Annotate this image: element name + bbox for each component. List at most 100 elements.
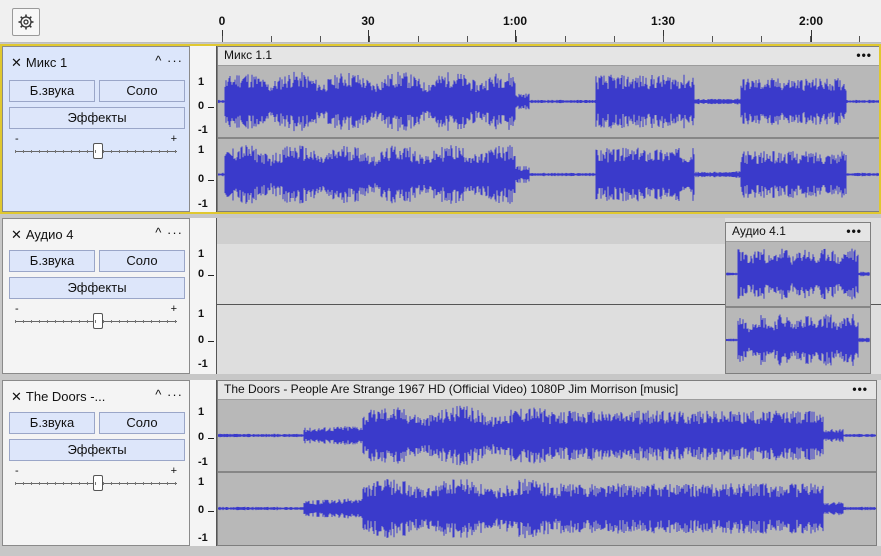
track-name: Микс 1 — [25, 55, 68, 70]
mute-button[interactable]: Б.звука — [9, 80, 95, 102]
track-waveform-area[interactable]: Микс 1.1 ••• — [217, 46, 881, 212]
track-title[interactable]: ✕ Микс 1 — [11, 55, 67, 71]
audio-clip[interactable]: Аудио 4.1 ••• — [725, 222, 871, 374]
track-menu-button[interactable]: ^ ··· — [155, 53, 183, 68]
ruler-label: 2:00 — [798, 14, 824, 28]
track-audio-4: ✕ Аудио 4 ^ ··· Б.звука Соло Эффекты - + … — [0, 216, 881, 376]
slider-tick — [31, 150, 32, 153]
slider-max-label: + — [170, 465, 177, 477]
ruler-tick — [859, 36, 860, 42]
scale-label: -1 — [198, 358, 208, 370]
slider-tick — [143, 482, 144, 485]
clip-header[interactable]: Аудио 4.1 ••• — [726, 223, 870, 242]
slider-tick — [103, 150, 104, 153]
scale-label: 0 — [198, 431, 215, 443]
slider-tick — [95, 482, 96, 485]
ruler-tick — [271, 36, 272, 42]
track-control-panel[interactable]: ✕ Микс 1 ^ ··· Б.звука Соло Эффекты - + — [2, 46, 190, 212]
scale-label: -1 — [198, 124, 208, 136]
slider-tick — [151, 482, 152, 485]
scale-label: 0 — [198, 268, 215, 280]
track-menu-icon[interactable]: ··· — [167, 225, 183, 240]
mute-button[interactable]: Б.звука — [9, 412, 95, 434]
mute-button[interactable]: Б.звука — [9, 250, 95, 272]
slider-max-label: + — [170, 303, 177, 315]
scale-label: 0 — [198, 504, 215, 516]
scale-label: 1 — [198, 144, 205, 156]
track-menu-button[interactable]: ^ ··· — [155, 387, 183, 402]
track-waveform-area[interactable]: Аудио 4.1 ••• — [217, 218, 881, 374]
track-menu-icon[interactable]: ··· — [167, 53, 183, 68]
pan-slider[interactable]: - + — [15, 465, 177, 491]
slider-tick — [159, 482, 160, 485]
clip-header[interactable]: The Doors - People Are Strange 1967 HD (… — [218, 381, 876, 400]
slider-tick — [95, 150, 96, 153]
ruler-tick — [467, 36, 468, 42]
slider-tick — [111, 150, 112, 153]
slider-tick — [63, 482, 64, 485]
slider-tick — [151, 320, 152, 323]
slider-tick — [175, 150, 176, 153]
slider-min-label: - — [15, 303, 19, 315]
slider-tick — [39, 150, 40, 153]
collapse-icon[interactable]: ^ — [155, 225, 162, 240]
time-ruler[interactable]: 0 30 1:00 1:30 2:00 — [217, 0, 881, 42]
effects-button[interactable]: Эффекты — [9, 107, 185, 129]
pan-slider[interactable]: - + — [15, 133, 177, 159]
clip-menu-icon[interactable]: ••• — [856, 47, 872, 64]
slider-tick — [71, 482, 72, 485]
slider-tick — [71, 320, 72, 323]
clip-header[interactable]: Микс 1.1 ••• — [218, 47, 880, 66]
track-name: Аудио 4 — [25, 227, 74, 242]
slider-tick — [159, 150, 160, 153]
effects-button[interactable]: Эффекты — [9, 277, 185, 299]
collapse-icon[interactable]: ^ — [155, 387, 162, 402]
scale-label: -1 — [198, 198, 208, 210]
ruler-tick — [712, 36, 713, 42]
slider-tick — [119, 320, 120, 323]
pan-slider[interactable]: - + — [15, 303, 177, 329]
slider-tick — [175, 320, 176, 323]
scale-label: 0 — [198, 173, 215, 185]
ruler-tick — [614, 36, 615, 42]
close-track-icon[interactable]: ✕ — [11, 389, 22, 404]
slider-tick — [135, 150, 136, 153]
slider-tick — [103, 320, 104, 323]
audio-clip[interactable]: Микс 1.1 ••• — [217, 46, 881, 212]
solo-button[interactable]: Соло — [99, 250, 185, 272]
track-menu-button[interactable]: ^ ··· — [155, 225, 183, 240]
track-control-panel[interactable]: ✕ Аудио 4 ^ ··· Б.звука Соло Эффекты - + — [2, 218, 190, 374]
solo-button[interactable]: Соло — [99, 412, 185, 434]
track-waveform-area[interactable]: The Doors - People Are Strange 1967 HD (… — [217, 380, 881, 546]
settings-button[interactable] — [12, 8, 40, 36]
waveform — [218, 405, 876, 539]
track-name: The Doors -... — [25, 389, 106, 404]
empty-region — [217, 218, 725, 244]
collapse-icon[interactable]: ^ — [155, 53, 162, 68]
solo-button[interactable]: Соло — [99, 80, 185, 102]
track-mix-1: ✕ Микс 1 ^ ··· Б.звука Соло Эффекты - + 1… — [0, 44, 881, 214]
scale-label: 0 — [198, 100, 215, 112]
scale-label: 1 — [198, 308, 205, 320]
track-title[interactable]: ✕ The Doors -... — [11, 389, 105, 405]
effects-button[interactable]: Эффекты — [9, 439, 185, 461]
track-menu-icon[interactable]: ··· — [167, 387, 183, 402]
close-track-icon[interactable]: ✕ — [11, 55, 22, 70]
slider-tick — [15, 320, 16, 323]
slider-tick — [63, 150, 64, 153]
slider-tick — [143, 320, 144, 323]
slider-tick — [87, 482, 88, 485]
scale-label: 1 — [198, 248, 205, 260]
clip-menu-icon[interactable]: ••• — [846, 223, 862, 240]
track-control-panel[interactable]: ✕ The Doors -... ^ ··· Б.звука Соло Эффек… — [2, 380, 190, 546]
slider-tick — [71, 150, 72, 153]
track-title[interactable]: ✕ Аудио 4 — [11, 227, 73, 243]
ruler-tick — [418, 36, 419, 42]
ruler-tick — [811, 30, 812, 42]
close-track-icon[interactable]: ✕ — [11, 227, 22, 242]
audio-clip[interactable]: The Doors - People Are Strange 1967 HD (… — [217, 380, 877, 546]
clip-menu-icon[interactable]: ••• — [852, 381, 868, 398]
slider-tick — [135, 320, 136, 323]
amplitude-scale: 1 0 -1 1 0 -1 — [190, 46, 217, 212]
slider-min-label: - — [15, 465, 19, 477]
